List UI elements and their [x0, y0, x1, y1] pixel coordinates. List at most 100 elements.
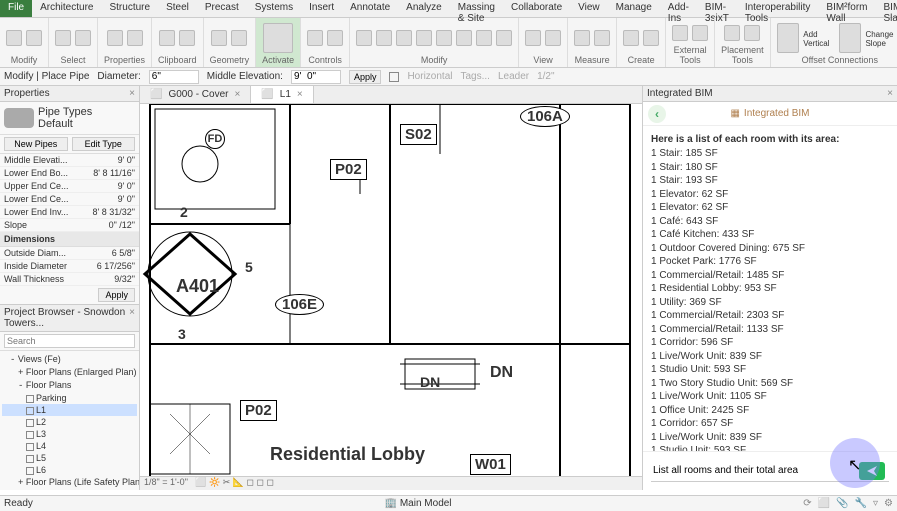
diameter-input[interactable]	[149, 70, 199, 84]
room-line: 1 Studio Unit: 593 SF	[651, 444, 889, 451]
menu-interoperabilitytools[interactable]: Interoperability Tools	[737, 0, 819, 17]
close-icon[interactable]: ×	[129, 307, 135, 329]
room-line: 1 Elevator: 62 SF	[651, 188, 889, 202]
drawing-canvas[interactable]: 106AS02P02A401106EP02DNDNW01FD253Residen…	[140, 104, 642, 476]
ibim-title: Integrated BIM ×	[643, 86, 897, 102]
menu-precast[interactable]: Precast	[197, 0, 247, 17]
ribbon-select[interactable]: Select	[49, 18, 98, 67]
tree-item[interactable]: Parking	[2, 392, 137, 404]
integrated-bim-panel: Integrated BIM × ‹ ▦ Integrated BIM Here…	[642, 86, 897, 490]
plan-label: 106E	[275, 294, 324, 315]
tree-item[interactable]: + Floor Plans (Enlarged Plan)	[2, 366, 137, 379]
ribbon-modify[interactable]: Modify	[0, 18, 49, 67]
room-line: 1 Commercial/Retail: 1133 SF	[651, 323, 889, 337]
menu-collaborate[interactable]: Collaborate	[503, 0, 570, 17]
menu-structure[interactable]: Structure	[101, 0, 158, 17]
ribbon-create[interactable]: Create	[617, 18, 666, 67]
tree-item[interactable]: + Floor Plans (Life Safety Plan)	[2, 476, 137, 489]
room-line: 1 Office Unit: 2425 SF	[651, 404, 889, 418]
menu-bimsixt[interactable]: BIM-3sixT	[697, 0, 737, 17]
midelev-input[interactable]	[291, 70, 341, 84]
context-label: Modify | Place Pipe	[4, 71, 89, 82]
menu-addins[interactable]: Add-Ins	[660, 0, 697, 17]
doc-tab[interactable]: ⬜L1×	[251, 86, 313, 103]
tree-item[interactable]: - Views (Fe)	[2, 353, 137, 366]
ribbon-geometry[interactable]: Geometry	[204, 18, 257, 67]
close-icon[interactable]: ×	[129, 88, 135, 99]
menu-view[interactable]: View	[570, 0, 608, 17]
scale-label[interactable]: 1/8" = 1'-0"	[144, 477, 188, 487]
menu-file[interactable]: File	[0, 0, 32, 17]
prop-row[interactable]: Wall Thickness9/32"	[0, 273, 139, 286]
tree-item[interactable]: L3	[2, 428, 137, 440]
back-icon[interactable]: ‹	[648, 105, 666, 123]
ribbon-placementtools[interactable]: Placement Tools	[715, 18, 771, 67]
room-line: 1 Stair: 180 SF	[651, 161, 889, 175]
status-icons[interactable]: ⟳⬜📎🔧▿⚙	[803, 498, 893, 509]
prop-row[interactable]: Inside Diameter6 17/256"	[0, 260, 139, 273]
menu-analyze[interactable]: Analyze	[398, 0, 450, 17]
edittype-button[interactable]: Edit Type	[72, 137, 136, 151]
ribbon-activate[interactable]: Activate	[256, 18, 301, 67]
menu-massingsite[interactable]: Massing & Site	[450, 0, 503, 17]
document-tabs: ⬜G000 - Cover×⬜L1×	[140, 86, 642, 104]
type-family: Pipe Types	[38, 106, 92, 118]
room-line: 1 Utility: 369 SF	[651, 296, 889, 310]
status-bar: Ready 🏢 Main Model ⟳⬜📎🔧▿⚙	[0, 495, 897, 511]
menu-systems[interactable]: Systems	[247, 0, 301, 17]
lock-icon[interactable]	[389, 72, 399, 82]
prop-row[interactable]: Middle Elevati...9' 0"	[0, 154, 139, 167]
prop-row[interactable]: Upper End Ce...9' 0"	[0, 180, 139, 193]
ribbon-clipboard[interactable]: Clipboard	[152, 18, 204, 67]
plan-label: 3	[178, 326, 186, 342]
send-button[interactable]	[859, 462, 885, 480]
prop-row[interactable]: Lower End Inv...8' 8 31/32"	[0, 206, 139, 219]
chat-input[interactable]	[651, 460, 889, 482]
close-icon[interactable]: ×	[297, 89, 303, 100]
main-model-label[interactable]: 🏢 Main Model	[385, 498, 452, 509]
status-text: Ready	[4, 498, 33, 509]
h12-label: 1/2"	[537, 71, 554, 82]
menu-architecture[interactable]: Architecture	[32, 0, 101, 17]
plan-label: 5	[245, 259, 253, 275]
chat-output: Here is a list of each room with its are…	[643, 126, 897, 451]
tags-label[interactable]: Tags...	[460, 71, 489, 82]
props-apply-button[interactable]: Apply	[98, 288, 135, 302]
newpipes-button[interactable]: New Pipes	[4, 137, 68, 151]
menu-manage[interactable]: Manage	[608, 0, 660, 17]
ribbon-measure[interactable]: Measure	[568, 18, 617, 67]
prop-row[interactable]: Outside Diam...6 5/8"	[0, 247, 139, 260]
room-line: 1 Live/Work Unit: 839 SF	[651, 350, 889, 364]
apply-button[interactable]: Apply	[349, 70, 382, 84]
prop-row[interactable]: Lower End Bo...8' 8 11/16"	[0, 167, 139, 180]
ribbon-offsetconnections[interactable]: Add VerticalChange SlopeOffset Connectio…	[771, 18, 897, 67]
ribbon-modify[interactable]: Modify	[350, 18, 519, 67]
search-input[interactable]	[4, 334, 135, 348]
close-icon[interactable]: ×	[234, 89, 240, 100]
tree-item[interactable]: L1	[2, 404, 137, 416]
ribbon-properties[interactable]: Properties	[98, 18, 152, 67]
prop-row[interactable]: Slope0" /12"	[0, 219, 139, 232]
tree-item[interactable]: L5	[2, 452, 137, 464]
tree-item[interactable]: L6	[2, 464, 137, 476]
ribbon-controls[interactable]: Controls	[301, 18, 350, 67]
room-line: 1 Live/Work Unit: 1105 SF	[651, 390, 889, 404]
close-icon[interactable]: ×	[887, 88, 893, 99]
tree-item[interactable]: L4	[2, 440, 137, 452]
menu-annotate[interactable]: Annotate	[342, 0, 398, 17]
room-line: 1 Stair: 185 SF	[651, 147, 889, 161]
menu-insert[interactable]: Insert	[301, 0, 342, 17]
room-line: 1 Elevator: 62 SF	[651, 201, 889, 215]
ribbon-externaltools[interactable]: External Tools	[666, 18, 715, 67]
doc-tab[interactable]: ⬜G000 - Cover×	[140, 86, 251, 103]
tree-item[interactable]: L2	[2, 416, 137, 428]
ribbon-view[interactable]: View	[519, 18, 568, 67]
type-selector[interactable]: Pipe Types Default	[0, 102, 139, 135]
menu-bimformslab[interactable]: BIM²form Slab	[876, 0, 897, 17]
prop-row[interactable]: Lower End Ce...9' 0"	[0, 193, 139, 206]
tree-item[interactable]: - Floor Plans	[2, 379, 137, 392]
menu-bimformwall[interactable]: BIM²form Wall	[818, 0, 875, 17]
tree-item[interactable]: + Floor Plans (Schematic Plan)	[2, 489, 137, 490]
menu-steel[interactable]: Steel	[158, 0, 197, 17]
view-control-bar[interactable]: 1/8" = 1'-0" ⬜ 🔆 ✂ 📐 ◻ ◻ ◻	[140, 476, 642, 490]
